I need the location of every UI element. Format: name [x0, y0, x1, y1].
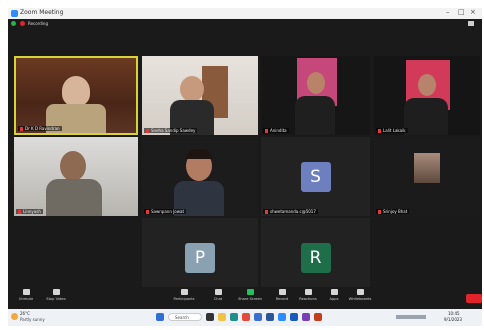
participant-video-body: [46, 179, 102, 216]
participant-video-hair: [186, 149, 212, 159]
participant-video: [62, 76, 90, 106]
participant-tile[interactable]: Sneha Sandip Sawdey: [142, 56, 258, 135]
word-icon[interactable]: [290, 313, 298, 321]
participant-avatar: S: [300, 161, 331, 192]
muted-mic-icon: [378, 210, 381, 214]
unmute-button[interactable]: Unmute: [12, 289, 40, 301]
clock-date: 9/1/2023: [444, 317, 462, 322]
taskbar-search[interactable]: Search: [168, 313, 202, 321]
recording-label: Recording: [28, 21, 49, 26]
clock-time: 10:45: [448, 311, 460, 316]
windows-taskbar: 26°C Partly sunny Search 10:45 9/1/2023: [8, 309, 482, 326]
stop-video-button[interactable]: Stop Video: [42, 289, 70, 301]
muted-mic-icon: [265, 210, 268, 214]
security-shield-icon[interactable]: [11, 21, 16, 26]
close-icon[interactable]: ×: [470, 8, 476, 16]
share-screen-button[interactable]: Share Screen: [236, 289, 264, 301]
share-screen-icon: [246, 289, 254, 295]
participant-name: Sawnpann Jowat: [144, 209, 187, 214]
muted-mic-icon: [146, 210, 149, 214]
record-button[interactable]: Record: [268, 289, 296, 301]
participant-name: Sneha Sandip Sawdey: [144, 128, 198, 133]
title-bar: Zoom Meeting – □ ×: [8, 8, 482, 19]
search-label: Search: [175, 315, 189, 320]
video-grid: Dr K D Ravindran Sneha Sandip Sawdey Ani…: [8, 30, 482, 297]
view-options-icon[interactable]: [468, 21, 474, 26]
reactions-button[interactable]: Reactions: [294, 289, 322, 301]
participant-tile[interactable]: Anindita: [261, 56, 370, 135]
window-title: Zoom Meeting: [20, 9, 64, 16]
app-icon[interactable]: [314, 313, 322, 321]
participants-button[interactable]: Participants: [170, 289, 198, 301]
participant-video-body: [295, 96, 335, 135]
muted-mic-icon: [378, 129, 381, 133]
file-explorer-icon[interactable]: [218, 313, 226, 321]
weather-icon: [11, 313, 18, 320]
participant-tile[interactable]: Linnyash: [14, 137, 138, 216]
start-icon[interactable]: [156, 313, 164, 321]
end-button[interactable]: [466, 294, 482, 303]
reactions-icon: [304, 289, 312, 295]
participant-video: [60, 151, 86, 181]
participant-tile[interactable]: Dr K D Ravindran: [14, 56, 138, 135]
participant-tile[interactable]: R Bhawana Mukherjee: [261, 218, 370, 297]
task-view-icon[interactable]: [206, 313, 214, 321]
muted-mic-icon: [18, 210, 21, 214]
mail-icon[interactable]: [266, 313, 274, 321]
edge-icon[interactable]: [230, 313, 238, 321]
muted-mic-icon: [146, 129, 149, 133]
participant-name: Dr K D Ravindran: [18, 126, 62, 131]
participant-video-body: [404, 98, 448, 135]
participant-video-small: [414, 153, 440, 183]
weather-temp: 26°C: [20, 311, 30, 316]
meeting-info-bar: Recording: [8, 19, 482, 29]
participant-tile[interactable]: P PBN BUSINESS SCHOOL: [142, 218, 258, 297]
zoom-window: Zoom Meeting – □ × Recording Dr K D Ravi…: [8, 8, 482, 326]
chrome-icon[interactable]: [242, 313, 250, 321]
chat-icon: [214, 289, 222, 295]
record-icon: [278, 289, 286, 295]
muted-mic-icon: [20, 127, 23, 131]
meeting-toolbar: Unmute Stop Video Participants Chat Shar…: [8, 287, 482, 309]
participant-tile[interactable]: S shwetamanda.c@5017: [261, 137, 370, 216]
apps-icon: [330, 289, 338, 295]
participant-tile[interactable]: Lalit Lakaik: [374, 56, 480, 135]
participant-video-face: [418, 74, 436, 96]
video-icon: [52, 289, 60, 295]
participant-video-face: [307, 72, 325, 94]
zoom-app-icon: [11, 10, 18, 17]
store-icon[interactable]: [254, 313, 262, 321]
app-icon[interactable]: [302, 313, 310, 321]
participants-icon: [180, 289, 188, 295]
maximize-icon[interactable]: □: [458, 8, 465, 16]
participant-video: [180, 76, 204, 102]
apps-button[interactable]: Apps: [320, 289, 348, 301]
tray-icons[interactable]: [396, 315, 426, 319]
participant-avatar: R: [300, 242, 331, 273]
zoom-taskbar-icon[interactable]: [278, 313, 286, 321]
recording-icon[interactable]: [20, 21, 25, 26]
minimize-icon[interactable]: –: [446, 8, 450, 16]
participant-name: Lalit Lakaik: [376, 128, 408, 133]
participant-avatar: P: [185, 242, 215, 273]
mic-icon: [22, 289, 30, 295]
whiteboards-button[interactable]: Whiteboards: [346, 289, 374, 301]
participant-tile[interactable]: Sawnpann Jowat: [142, 137, 258, 216]
participant-name: Srinjoy Bhat: [376, 209, 410, 214]
whiteboard-icon: [356, 289, 364, 295]
participant-name: Linnyash: [16, 209, 43, 214]
chat-button[interactable]: Chat: [204, 289, 232, 301]
participant-tile[interactable]: Srinjoy Bhat: [374, 137, 480, 216]
participant-name: shwetamanda.c@5017: [263, 209, 318, 214]
weather-desc: Partly sunny: [20, 317, 45, 322]
participant-name: Anindita: [263, 128, 289, 133]
muted-mic-icon: [265, 129, 268, 133]
